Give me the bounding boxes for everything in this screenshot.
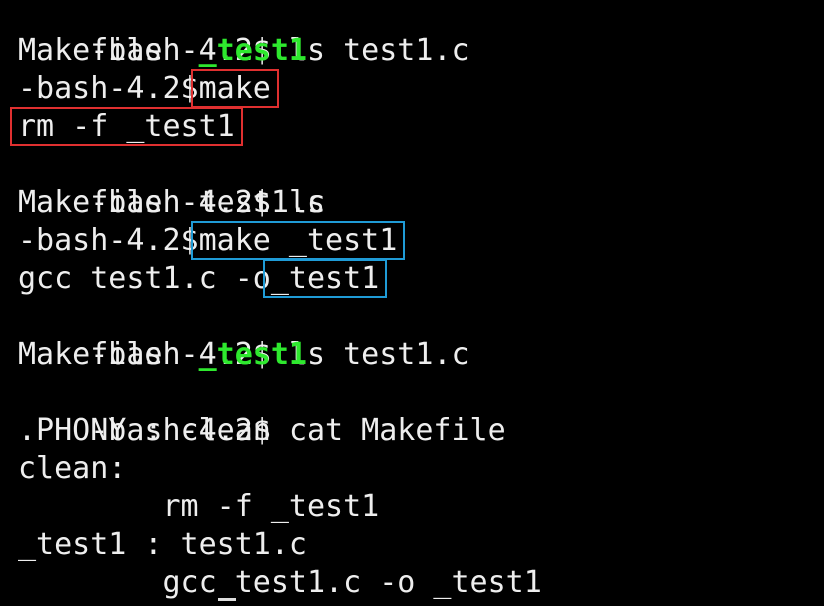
terminal-window[interactable]: -bash-4.2$ ls Makefile _test1 test1.c -b…: [0, 0, 824, 606]
makefile-line: .PHONY : clean: [18, 413, 271, 448]
file-entry: test1.c: [198, 185, 326, 220]
highlighted-command-box: make _test1: [190, 221, 406, 260]
terminal-line: gcc test1.c -o_test1: [18, 259, 824, 298]
executable-file-entry: _test1: [198, 33, 307, 68]
executable-file-entry: _test1: [198, 337, 307, 372]
terminal-line: -bash-4.2$ cat Makefile: [18, 374, 824, 448]
terminal-line: Makefile _test1 test1.c: [18, 336, 824, 374]
command: make: [198, 71, 271, 106]
command-output: rm -f _test1: [18, 109, 235, 144]
cursor: [218, 598, 236, 601]
command: make _test1: [198, 223, 398, 258]
terminal-line: -bash-4.2$ ls: [18, 298, 824, 372]
makefile-line: clean:: [18, 451, 127, 486]
makefile-text: gcc test1.c -o _test1: [18, 565, 542, 600]
terminal-line: rm -f _test1: [10, 107, 824, 146]
output-target: _test1: [270, 261, 380, 296]
file-entry: Makefile: [18, 33, 163, 68]
terminal-line: -bash-4.2$ ls: [18, 0, 824, 68]
prompt: -bash-4.2$: [18, 71, 199, 106]
file-entry: Makefile: [18, 185, 163, 220]
highlighted-output-box: _test1: [262, 259, 388, 298]
file-entry: test1.c: [343, 33, 470, 68]
makefile-line: gcc test1.c -o _test1: [18, 564, 824, 602]
file-entry: Makefile: [18, 337, 163, 372]
terminal-line: -bash-4.2$ ls: [18, 146, 824, 220]
highlighted-command-box: make: [190, 69, 279, 108]
makefile-line: rm -f _test1: [18, 489, 380, 524]
terminal-line: -bash-4.2$make _test1: [18, 221, 824, 260]
file-entry: test1.c: [343, 337, 470, 372]
terminal-line: Makefile test1.c: [18, 184, 824, 222]
command-output: gcc test1.c -o: [18, 261, 271, 296]
terminal-line: -bash-4.2$make: [18, 69, 824, 108]
makefile-line: _test1 : test1.c: [18, 527, 307, 562]
terminal-line: Makefile _test1 test1.c: [18, 32, 824, 70]
highlighted-output-box: rm -f _test1: [10, 107, 243, 146]
prompt: -bash-4.2$: [18, 223, 199, 258]
